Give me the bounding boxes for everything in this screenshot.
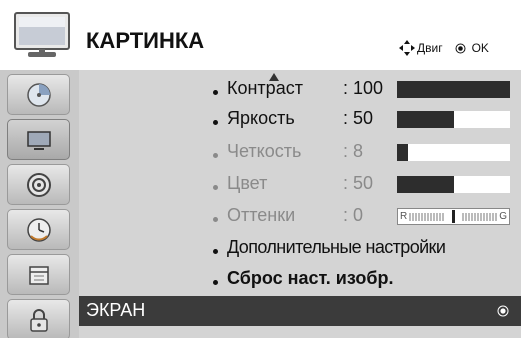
setting-value: : 100	[343, 78, 384, 98]
speaker-icon	[26, 172, 51, 197]
sidebar-item-picture[interactable]	[7, 119, 70, 160]
ok-button-icon	[455, 43, 466, 53]
bullet-icon	[213, 249, 218, 254]
setting-label: Контраст	[227, 78, 303, 98]
tint-balance-bar[interactable]: R G	[397, 208, 510, 225]
setting-brightness[interactable]: Яркость : 50	[79, 106, 521, 134]
setting-label: Цвет	[227, 173, 268, 193]
setting-label: Оттенки	[227, 205, 296, 225]
advanced-settings-label: Дополнительные настройки	[227, 237, 446, 257]
level-fill	[397, 144, 408, 161]
setting-value: : 50	[343, 173, 374, 193]
screen-settings-item[interactable]: ЭКРАН	[79, 296, 521, 326]
reset-picture-label: Сброс наст. изобр.	[227, 268, 394, 288]
disc-pie-icon	[26, 82, 51, 107]
bullet-icon	[213, 217, 218, 222]
move-label: Двиг	[417, 41, 443, 55]
move-arrows-icon	[399, 40, 415, 56]
screen-settings-label: ЭКРАН	[86, 300, 146, 320]
tint-green-label: G	[499, 211, 507, 222]
setting-contrast[interactable]: Контраст : 100	[79, 76, 521, 104]
level-bar[interactable]	[397, 176, 510, 193]
tv-small-icon	[26, 130, 51, 150]
sidebar-item-picture-mode[interactable]	[7, 74, 70, 115]
calendar-icon	[28, 265, 49, 285]
category-sidebar	[0, 70, 79, 338]
level-bar[interactable]	[397, 81, 510, 98]
level-fill	[397, 81, 510, 98]
setting-value: : 8	[343, 141, 364, 161]
sidebar-item-options[interactable]	[7, 254, 70, 295]
key-legend: Двиг OK	[399, 40, 489, 56]
clock-icon	[26, 217, 51, 242]
setting-value: : 50	[343, 108, 374, 128]
level-bar[interactable]	[397, 111, 510, 128]
tv-picture-menu: КАРТИНКА Двиг OK Контраст: 100 Яркость …	[0, 0, 521, 338]
page-title: КАРТИНКА	[86, 28, 205, 53]
advanced-settings-item[interactable]: Дополнительные настройки	[79, 235, 521, 263]
reset-picture-item[interactable]: Сброс наст. изобр.	[79, 266, 521, 294]
menu-header: КАРТИНКА Двиг OK	[0, 0, 521, 70]
ok-radio-icon	[497, 305, 509, 317]
tint-ticks-right	[462, 213, 497, 221]
setting-tint[interactable]: Оттенки : 0 R G	[79, 203, 521, 231]
tv-icon	[14, 12, 70, 57]
setting-label: Яркость	[227, 108, 295, 128]
panel-bottom-strip	[79, 326, 521, 338]
tint-center-marker	[452, 210, 455, 223]
level-fill	[397, 111, 454, 128]
bullet-icon	[213, 90, 218, 95]
sidebar-item-lock[interactable]	[7, 299, 70, 338]
level-bar[interactable]	[397, 144, 510, 161]
setting-label: Четкость	[227, 141, 302, 161]
setting-value: : 0	[343, 205, 364, 225]
ok-label: OK	[471, 41, 489, 55]
sidebar-item-time[interactable]	[7, 209, 70, 250]
bullet-icon	[213, 185, 218, 190]
setting-sharpness[interactable]: Четкость : 8	[79, 139, 521, 167]
bullet-icon	[213, 120, 218, 125]
bullet-icon	[213, 153, 218, 158]
lock-icon	[29, 308, 48, 332]
tint-red-label: R	[400, 211, 408, 222]
setting-color[interactable]: Цвет : 50	[79, 171, 521, 199]
sidebar-item-audio[interactable]	[7, 164, 70, 205]
tint-ticks-left	[409, 213, 444, 221]
bullet-icon	[213, 280, 218, 285]
level-fill	[397, 176, 454, 193]
